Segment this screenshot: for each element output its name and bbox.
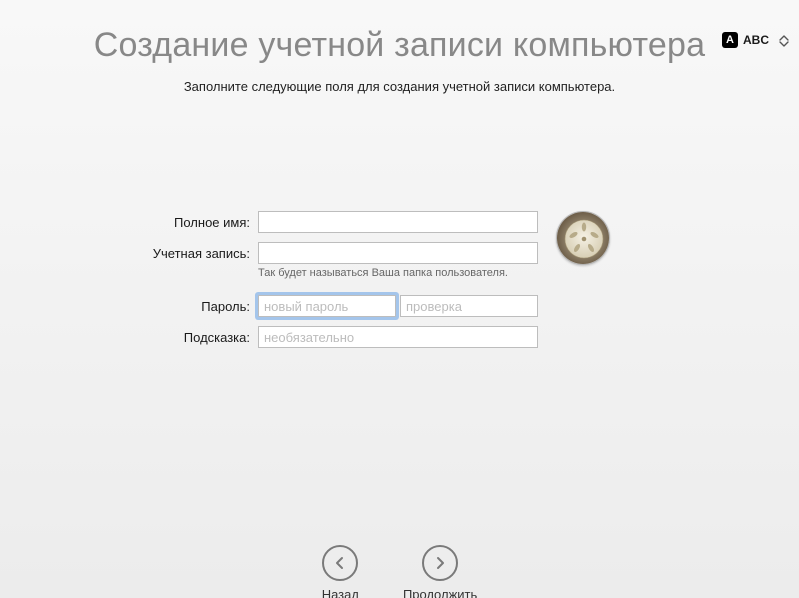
updown-control-icon[interactable] bbox=[777, 34, 791, 48]
continue-label: Продолжить bbox=[403, 587, 477, 598]
continue-button[interactable]: Продолжить bbox=[403, 545, 477, 598]
account-helper-text: Так будет называться Ваша папка пользова… bbox=[258, 267, 799, 279]
back-button[interactable]: Назад bbox=[322, 545, 359, 598]
page-title: Создание учетной записи компьютера bbox=[0, 26, 799, 65]
avatar[interactable] bbox=[556, 211, 610, 265]
hint-label: Подсказка: bbox=[0, 330, 258, 345]
hint-field[interactable] bbox=[258, 326, 538, 348]
password-field[interactable] bbox=[258, 295, 396, 317]
account-field[interactable] bbox=[258, 242, 538, 264]
arrow-right-icon bbox=[422, 545, 458, 581]
arrow-left-icon bbox=[322, 545, 358, 581]
password-label: Пароль: bbox=[0, 299, 258, 314]
account-form: Полное имя: Учетная запись: Так будет на… bbox=[0, 211, 799, 357]
page-subtitle: Заполните следующие поля для создания уч… bbox=[0, 79, 799, 94]
full-name-field[interactable] bbox=[258, 211, 538, 233]
input-source-badge: A bbox=[722, 32, 738, 48]
back-label: Назад bbox=[322, 587, 359, 598]
input-source-indicator[interactable]: A ABC bbox=[722, 32, 769, 48]
input-source-label: ABC bbox=[743, 33, 769, 47]
footer-nav: Назад Продолжить bbox=[0, 545, 799, 598]
full-name-label: Полное имя: bbox=[0, 215, 258, 230]
password-verify-field[interactable] bbox=[400, 295, 538, 317]
account-label: Учетная запись: bbox=[0, 246, 258, 261]
